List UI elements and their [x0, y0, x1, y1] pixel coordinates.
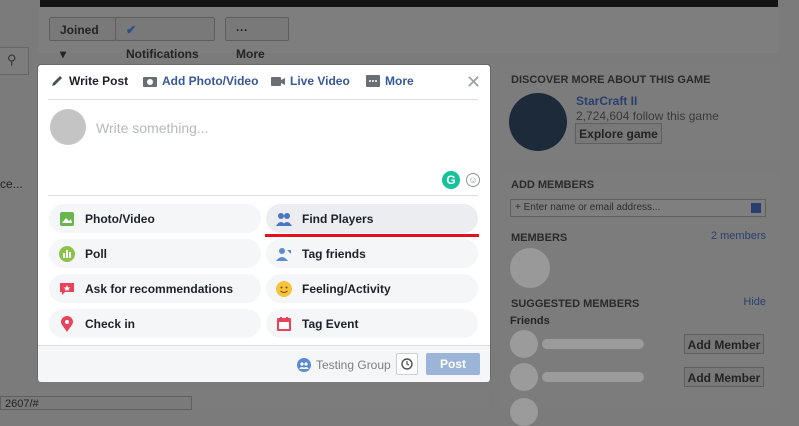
option-check-in[interactable]: Check in [49, 309, 261, 338]
composer-divider [48, 195, 478, 196]
suggested-name-placeholder [542, 372, 644, 382]
option-label: Photo/Video [85, 211, 155, 226]
tab-label: More [385, 74, 414, 88]
explore-game-button[interactable]: Explore game [575, 123, 662, 144]
check-icon: ✔ [126, 23, 137, 37]
schedule-button[interactable] [396, 353, 418, 375]
video-camera-icon [271, 76, 285, 86]
photo-icon [59, 211, 75, 227]
option-label: Ask for recommendations [85, 281, 234, 296]
tab-label: Write Post [69, 74, 129, 88]
poll-icon [59, 245, 75, 262]
smiley-icon [276, 280, 292, 297]
option-label: Check in [85, 316, 136, 331]
more-button[interactable]: ··· More [225, 17, 289, 61]
discover-card: DISCOVER MORE ABOUT THIS GAME StarCraft … [501, 65, 779, 160]
member-avatar[interactable] [510, 248, 550, 288]
discover-header: DISCOVER MORE ABOUT THIS GAME [511, 74, 711, 86]
contacts-icon [751, 203, 761, 213]
joined-label: Joined [60, 23, 99, 37]
search-button[interactable]: ⚲ [0, 47, 29, 75]
group-action-bar: Joined ▾ ✔ Notifications ··· More [38, 7, 779, 61]
post-button[interactable]: Post [426, 353, 480, 375]
option-label: Tag friends [302, 246, 366, 261]
more-label: More [236, 47, 265, 61]
tab-add-photo-video[interactable]: Add Photo/Video [143, 74, 258, 88]
add-member-button[interactable]: Add Member [684, 367, 764, 387]
location-pin-icon [59, 315, 75, 332]
ellipsis-box-icon [366, 75, 380, 87]
clock-icon [401, 358, 413, 370]
suggested-avatar [510, 398, 538, 426]
members-count-link[interactable]: 2 members [711, 230, 766, 242]
tab-label: Add Photo/Video [162, 74, 259, 88]
pencil-icon [52, 76, 62, 86]
members-header: MEMBERS [511, 232, 568, 244]
game-logo [509, 93, 567, 151]
audience-selector[interactable]: Testing Group [297, 358, 391, 372]
group-icon [297, 358, 311, 372]
friends-label: Friends [510, 315, 550, 327]
add-members-placeholder: + Enter name or email address... [515, 202, 661, 213]
suggested-avatar [510, 363, 538, 391]
cover-photo-strip [40, 0, 778, 7]
suggested-avatar [510, 330, 538, 358]
option-ask-recommendations[interactable]: Ask for recommendations [49, 274, 261, 303]
left-truncated-text: ce... [0, 177, 23, 191]
close-icon[interactable]: ✕ [466, 73, 481, 91]
notifications-button[interactable]: ✔ Notifications [115, 17, 215, 61]
recommendation-icon [59, 281, 75, 297]
add-members-header: ADD MEMBERS [511, 179, 595, 191]
option-photo-video[interactable]: Photo/Video [49, 204, 261, 233]
tab-more[interactable]: More [366, 74, 414, 88]
option-poll[interactable]: Poll [49, 239, 261, 268]
suggested-name-placeholder [542, 339, 644, 349]
emoji-icon[interactable]: ☺ [466, 173, 480, 187]
add-member-button[interactable]: Add Member [684, 334, 764, 354]
tab-label: Live Video [290, 74, 350, 88]
option-label: Poll [85, 246, 108, 261]
tab-live-video[interactable]: Live Video [271, 74, 350, 88]
option-label: Find Players [302, 211, 374, 226]
highlight-underline [265, 234, 479, 237]
follower-count: 2,724,604 follow this game [576, 109, 719, 123]
option-feeling-activity[interactable]: Feeling/Activity [266, 274, 478, 303]
camera-icon [143, 77, 157, 87]
members-card: ADD MEMBERS + Enter name or email addres… [501, 170, 779, 426]
option-find-players[interactable]: Find Players [266, 204, 478, 233]
suggested-header: SUGGESTED MEMBERS [511, 298, 640, 310]
notifications-label: Notifications [126, 47, 199, 61]
calendar-icon [276, 316, 292, 332]
option-label: Feeling/Activity [302, 281, 391, 296]
avatar [50, 109, 86, 145]
option-tag-event[interactable]: Tag Event [266, 309, 478, 338]
composer-footer: Testing Group Post [38, 345, 490, 382]
joined-button[interactable]: Joined ▾ [49, 17, 116, 61]
players-icon [276, 211, 292, 227]
tab-write-post[interactable]: Write Post [50, 74, 128, 88]
add-members-input[interactable]: + Enter name or email address... [510, 199, 766, 217]
post-text-input[interactable]: Write something... [96, 120, 209, 136]
tag-friends-icon [276, 246, 292, 262]
option-tag-friends[interactable]: Tag friends [266, 239, 478, 268]
game-name-link[interactable]: StarCraft II [576, 94, 637, 108]
option-label: Tag Event [302, 316, 359, 331]
hide-link[interactable]: Hide [743, 296, 766, 308]
search-icon: ⚲ [7, 52, 17, 67]
audience-label: Testing Group [316, 358, 391, 372]
grammarly-icon[interactable]: G [442, 171, 460, 189]
post-composer: Write Post Add Photo/Video Live Video Mo… [38, 65, 490, 382]
composer-tabs: Write Post Add Photo/Video Live Video Mo… [48, 65, 478, 100]
